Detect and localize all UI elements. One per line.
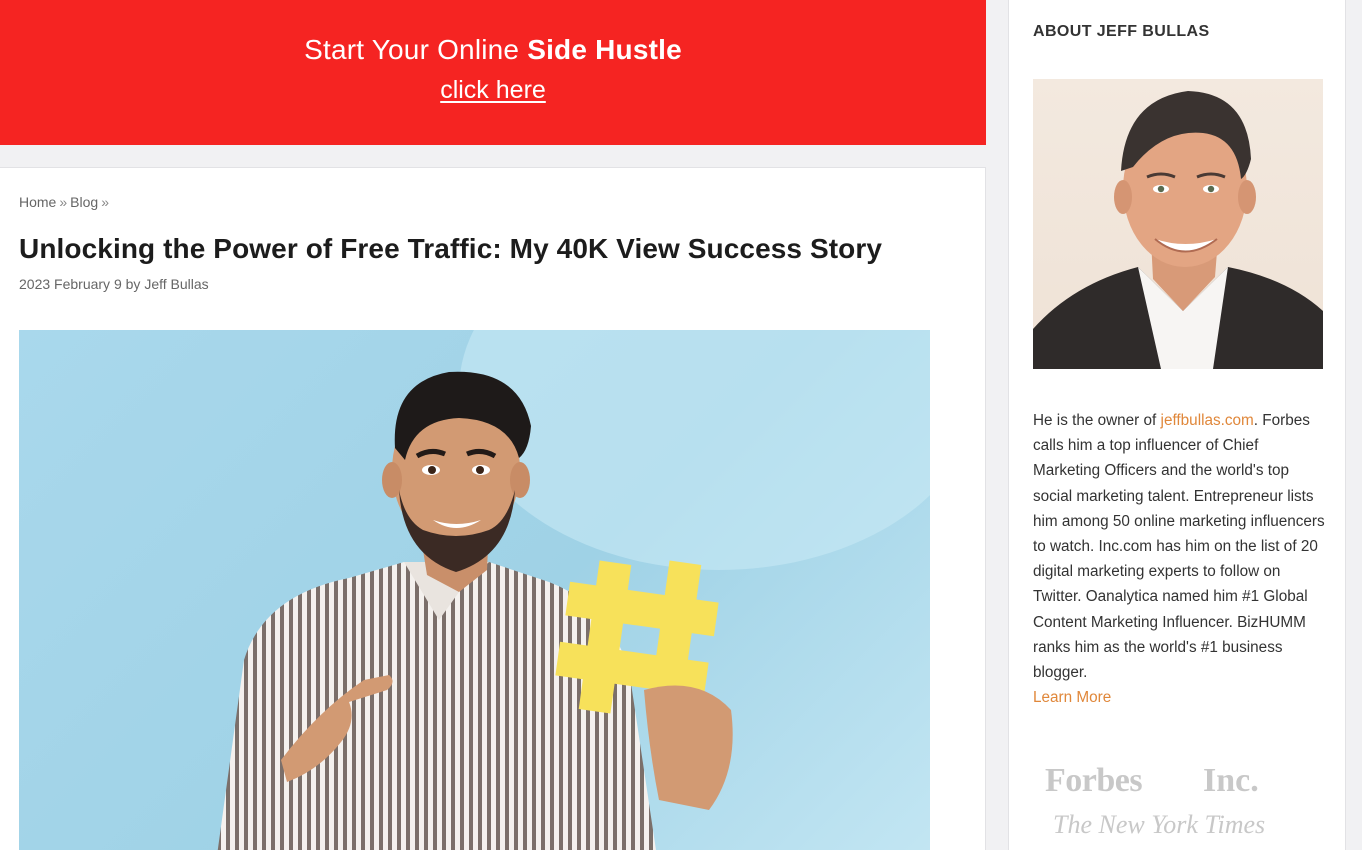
article-meta: 2023 February 9 by Jeff Bullas [19, 276, 209, 292]
author-portrait-illustration [1033, 91, 1323, 369]
sidebar-title: ABOUT JEFF BULLAS [1033, 23, 1210, 40]
inc-logo: Inc. [1203, 762, 1259, 799]
sidebar: ABOUT JEFF BULLAS He is the owner of jef… [1008, 0, 1346, 850]
promo-headline: Start Your Online Side Hustle [0, 34, 986, 66]
hero-illustration [217, 330, 930, 850]
promo-click-here-link[interactable]: click here [0, 76, 986, 105]
press-logos: Forbes Inc. The New York Times [1045, 762, 1295, 844]
article-author-link[interactable]: Jeff Bullas [144, 276, 208, 292]
learn-more-link[interactable]: Learn More [1033, 689, 1111, 706]
article-card: Home» Blog» Unlocking the Power of Free T… [0, 167, 986, 850]
jeffbullas-link[interactable]: jeffbullas.com [1161, 412, 1254, 429]
nyt-logo: The New York Times [1053, 810, 1266, 839]
bio-intro: He is the owner of [1033, 412, 1161, 429]
breadcrumb: Home» Blog» [19, 194, 112, 210]
forbes-logo: Forbes [1045, 762, 1143, 799]
promo-headline-bold: Side Hustle [527, 34, 682, 65]
author-portrait [1033, 79, 1323, 369]
article-date: 2023 February 9 [19, 276, 122, 292]
promo-headline-prefix: Start Your Online [304, 34, 528, 65]
article-title: Unlocking the Power of Free Traffic: My … [19, 233, 883, 264]
breadcrumb-separator: » [59, 194, 68, 210]
bio-text: . Forbes calls him a top influencer of C… [1033, 412, 1325, 682]
breadcrumb-home-link[interactable]: Home [19, 194, 56, 210]
article-by: by [125, 276, 141, 292]
page: Start Your Online Side Hustle click here… [0, 0, 1362, 850]
promo-banner: Start Your Online Side Hustle click here [0, 0, 986, 145]
breadcrumb-blog-link[interactable]: Blog [70, 194, 98, 210]
hero-image [19, 330, 930, 850]
author-bio: He is the owner of jeffbullas.com. Forbe… [1033, 408, 1329, 710]
breadcrumb-separator: » [101, 194, 109, 210]
